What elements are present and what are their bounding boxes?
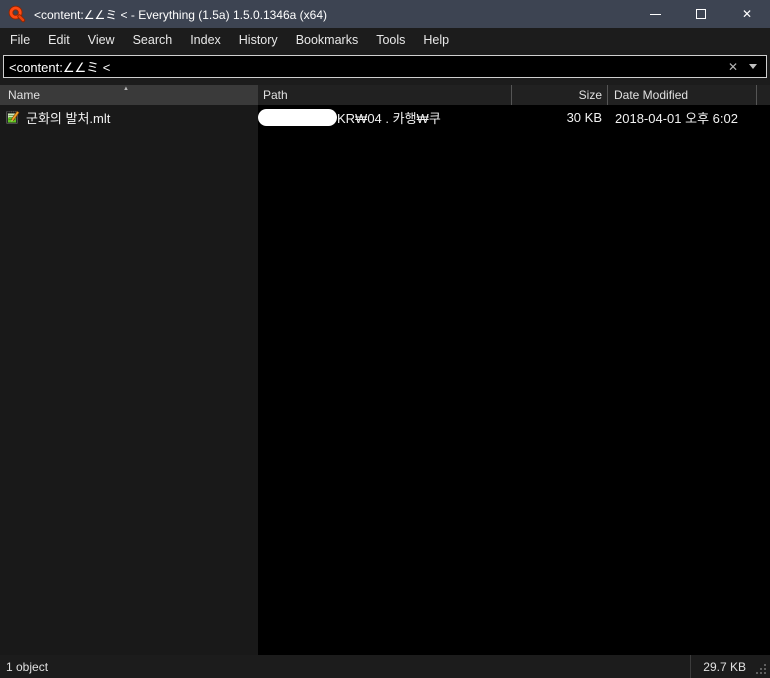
- maximize-button[interactable]: [678, 0, 724, 28]
- close-button[interactable]: ✕: [724, 0, 770, 28]
- menu-edit[interactable]: Edit: [39, 28, 79, 52]
- column-header-filler: [757, 85, 770, 105]
- column-header-row: Name Path Size Date Modified ▲: [0, 85, 770, 105]
- result-path-cell: KR₩04 . 카행₩쿠: [258, 108, 512, 127]
- column-header-name[interactable]: Name: [0, 85, 258, 105]
- column-header-date-modified[interactable]: Date Modified: [608, 85, 757, 105]
- result-row[interactable]: 군화의 발처.mlt KR₩04 . 카행₩쿠 30 KB 2018-04-01…: [0, 107, 758, 127]
- menu-history[interactable]: History: [230, 28, 287, 52]
- menu-search[interactable]: Search: [124, 28, 182, 52]
- name-column-background: [0, 105, 258, 655]
- result-date-modified-cell: 2018-04-01 오후 6:02: [615, 110, 738, 126]
- menu-index[interactable]: Index: [181, 28, 230, 52]
- menu-bookmarks[interactable]: Bookmarks: [287, 28, 368, 52]
- search-area: ✕: [0, 52, 770, 85]
- close-icon: ✕: [741, 7, 753, 21]
- maximize-icon: [696, 9, 706, 19]
- clear-search-icon[interactable]: ✕: [728, 60, 738, 74]
- search-box[interactable]: ✕: [3, 55, 767, 78]
- menu-file[interactable]: File: [1, 28, 39, 52]
- file-path: KR₩04 . 카행₩쿠: [337, 110, 441, 126]
- menubar: File Edit View Search Index History Book…: [0, 28, 770, 52]
- status-bar: 1 object 29.7 KB: [0, 655, 770, 678]
- result-list[interactable]: 군화의 발처.mlt KR₩04 . 카행₩쿠 30 KB 2018-04-01…: [0, 105, 770, 655]
- result-size-cell: 30 KB: [566, 109, 602, 125]
- menu-tools[interactable]: Tools: [367, 28, 414, 52]
- everything-window: <content:∠∠ミ < - Everything (1.5a) 1.5.0…: [0, 0, 770, 678]
- window-title: <content:∠∠ミ < - Everything (1.5a) 1.5.0…: [34, 7, 328, 22]
- titlebar[interactable]: <content:∠∠ミ < - Everything (1.5a) 1.5.0…: [0, 0, 770, 28]
- minimize-icon: [649, 13, 661, 15]
- resize-grip[interactable]: [756, 655, 770, 678]
- status-object-count: 1 object: [6, 659, 49, 674]
- file-name: 군화의 발처.mlt: [26, 110, 111, 126]
- mlt-file-icon: [6, 110, 20, 124]
- status-total-size: 29.7 KB: [690, 655, 756, 678]
- search-history-dropdown-icon[interactable]: [749, 64, 757, 69]
- sort-ascending-icon: ▲: [123, 86, 129, 92]
- column-header-size[interactable]: Size: [512, 85, 608, 105]
- minimize-button[interactable]: [632, 0, 678, 28]
- menu-help[interactable]: Help: [414, 28, 458, 52]
- column-header-path[interactable]: Path: [258, 85, 512, 105]
- menu-view[interactable]: View: [79, 28, 124, 52]
- result-name-cell: 군화의 발처.mlt: [0, 108, 258, 127]
- search-input[interactable]: [9, 59, 724, 74]
- app-logo-magnifier-icon: [8, 5, 26, 23]
- path-redaction-overlay: [258, 108, 337, 126]
